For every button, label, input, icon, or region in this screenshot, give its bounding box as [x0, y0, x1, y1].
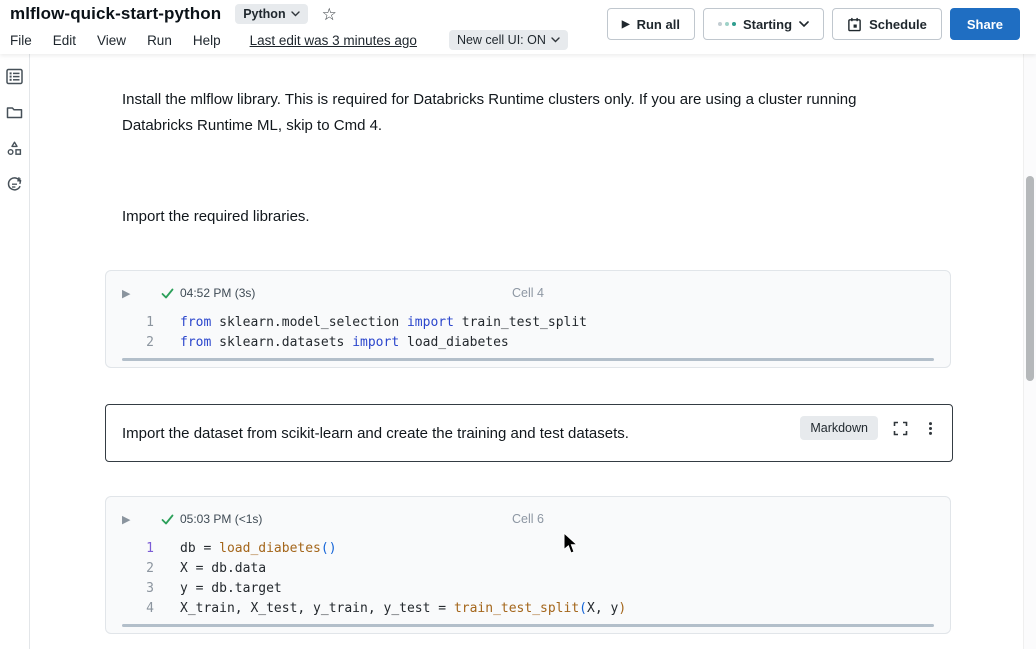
- notebook-title: mlflow-quick-start-python: [10, 4, 221, 24]
- chevron-down-icon: [291, 11, 300, 17]
- new-cell-ui-label: New cell UI: ON: [457, 33, 546, 47]
- cell-run-timestamp: 05:03 PM (<1s): [180, 512, 262, 526]
- code-text[interactable]: db = load_diabetes(): [154, 539, 337, 559]
- notebook-side-rail: [0, 54, 30, 649]
- code-line[interactable]: 2from sklearn.datasets import load_diabe…: [106, 333, 950, 353]
- play-icon: ▶: [622, 19, 630, 30]
- code-line[interactable]: 1db = load_diabetes(): [106, 539, 950, 559]
- code-text[interactable]: X = db.data: [154, 559, 266, 579]
- run-cell-icon[interactable]: ▶: [122, 513, 134, 526]
- code-cell-6[interactable]: ▶ 05:03 PM (<1s) Cell 6 1db = load_diabe…: [105, 496, 951, 634]
- menu-run[interactable]: Run: [147, 33, 172, 48]
- code-line[interactable]: 1from sklearn.model_selection import tra…: [106, 313, 950, 333]
- code-text[interactable]: from sklearn.model_selection import trai…: [154, 313, 587, 333]
- cell-resize-divider[interactable]: [122, 358, 934, 361]
- run-all-label: Run all: [637, 17, 680, 32]
- workflows-icon[interactable]: [6, 140, 23, 157]
- line-number: 3: [106, 579, 154, 599]
- header-actions: ▶ Run all Starting Schedule Share: [607, 8, 1020, 40]
- notebook-canvas: Install the mlflow library. This is requ…: [30, 54, 1036, 649]
- line-number: 2: [106, 559, 154, 579]
- chevron-down-icon: [799, 21, 809, 28]
- code-text[interactable]: y = db.target: [154, 579, 282, 599]
- markdown-cell-selected[interactable]: Import the dataset from scikit-learn and…: [105, 404, 953, 462]
- cell-run-timestamp: 04:52 PM (3s): [180, 286, 255, 300]
- share-button[interactable]: Share: [950, 8, 1020, 40]
- code-line[interactable]: 4X_train, X_test, y_train, y_test = trai…: [106, 599, 950, 619]
- folder-icon[interactable]: [6, 104, 23, 121]
- line-number: 2: [106, 333, 154, 353]
- last-edit-link[interactable]: Last edit was 3 minutes ago: [250, 33, 417, 48]
- cluster-starting-spinner-icon: [718, 22, 736, 26]
- line-number: 1: [106, 539, 154, 559]
- schedule-button[interactable]: Schedule: [832, 8, 942, 40]
- code-line[interactable]: 2X = db.data: [106, 559, 950, 579]
- cell-language-badge[interactable]: Markdown: [800, 416, 878, 440]
- table-of-contents-icon[interactable]: [6, 68, 23, 85]
- menu-edit[interactable]: Edit: [53, 33, 76, 48]
- menu-help[interactable]: Help: [193, 33, 221, 48]
- code-editor[interactable]: 1from sklearn.model_selection import tra…: [106, 313, 950, 353]
- code-editor[interactable]: 1db = load_diabetes()2X = db.data3y = db…: [106, 539, 950, 619]
- language-label: Python: [243, 7, 285, 21]
- new-cell-ui-toggle[interactable]: New cell UI: ON: [449, 30, 568, 50]
- experiments-icon[interactable]: [6, 176, 23, 193]
- cluster-status-dropdown[interactable]: Starting: [703, 8, 824, 40]
- code-line[interactable]: 3y = db.target: [106, 579, 950, 599]
- cluster-status-label: Starting: [743, 17, 792, 32]
- code-text[interactable]: X_train, X_test, y_train, y_test = train…: [154, 599, 626, 619]
- cell-resize-divider[interactable]: [122, 624, 934, 627]
- line-number: 4: [106, 599, 154, 619]
- line-number: 1: [106, 313, 154, 333]
- vertical-scrollbar-thumb[interactable]: [1026, 176, 1034, 381]
- favorite-star-icon[interactable]: ☆: [322, 6, 337, 23]
- markdown-cell-text: Import the dataset from scikit-learn and…: [122, 425, 629, 442]
- code-text[interactable]: from sklearn.datasets import load_diabet…: [154, 333, 509, 353]
- success-check-icon: [161, 287, 174, 300]
- menu-file[interactable]: File: [10, 33, 32, 48]
- share-label: Share: [967, 17, 1003, 32]
- menu-view[interactable]: View: [97, 33, 126, 48]
- calendar-icon: [847, 17, 862, 32]
- success-check-icon: [161, 513, 174, 526]
- markdown-paragraph: Import the required libraries.: [122, 204, 924, 230]
- schedule-label: Schedule: [869, 17, 927, 32]
- notebook-header: mlflow-quick-start-python Python ☆ File …: [0, 0, 1036, 54]
- run-cell-icon[interactable]: ▶: [122, 287, 134, 300]
- code-cell-4[interactable]: ▶ 04:52 PM (3s) Cell 4 1from sklearn.mod…: [105, 270, 951, 368]
- run-all-button[interactable]: ▶ Run all: [607, 8, 695, 40]
- language-selector[interactable]: Python: [235, 4, 307, 24]
- markdown-cell-toolbar: Markdown: [800, 416, 938, 440]
- expand-fullscreen-icon[interactable]: [893, 421, 908, 436]
- kebab-menu-icon[interactable]: [923, 421, 938, 436]
- markdown-paragraph: Install the mlflow library. This is requ…: [122, 87, 924, 139]
- chevron-down-icon: [551, 37, 560, 43]
